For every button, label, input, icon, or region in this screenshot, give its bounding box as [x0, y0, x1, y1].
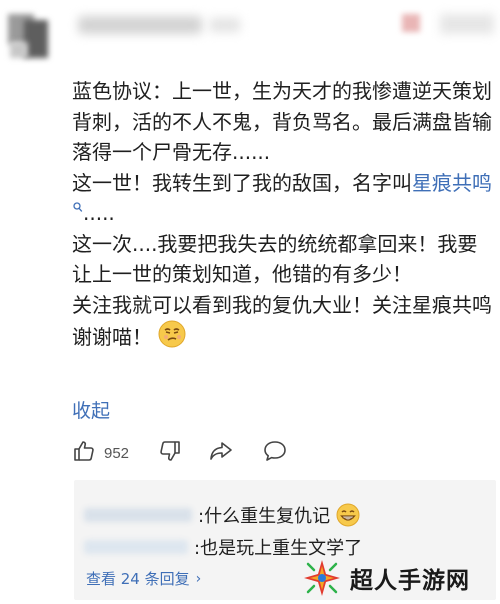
comment-body: 蓝色协议：上一世，生为天才的我惨遭逆天策划背刺，活的不人不鬼，背负骂名。最后满盘… — [72, 76, 492, 353]
share-button[interactable] — [208, 438, 234, 468]
paragraph-1: 蓝色协议：上一世，生为天才的我惨遭逆天策划背刺，活的不人不鬼，背负骂名。最后满盘… — [72, 79, 492, 164]
like-count: 952 — [104, 444, 130, 462]
site-watermark: 超人手游网 — [300, 556, 496, 600]
username-blurred[interactable] — [78, 16, 202, 34]
comment-button[interactable] — [262, 438, 288, 468]
watermark-logo-icon — [300, 556, 344, 600]
reply-text: :什么重生复仇记 — [198, 506, 331, 527]
reply-item[interactable]: :什么重生复仇记 — [84, 502, 360, 528]
chevron-right-icon: › — [195, 570, 202, 587]
avatar[interactable] — [8, 14, 52, 60]
thumbs-up-icon — [72, 439, 96, 467]
reply-author-blurred[interactable] — [84, 540, 188, 554]
view-more-replies-link[interactable]: 查看 24 条回复 › — [86, 568, 201, 589]
paragraph-2: 这一世！我转生到了我的敌国，名字叫星痕共鸣..... — [72, 170, 492, 226]
grin-emoji-icon — [336, 503, 360, 527]
watermark-text: 超人手游网 — [350, 568, 470, 594]
share-arrow-icon — [208, 439, 234, 467]
like-button[interactable]: 952 — [72, 438, 129, 468]
dislike-button[interactable] — [158, 438, 182, 468]
search-icon — [73, 202, 83, 214]
reply-author-blurred[interactable] — [84, 508, 192, 522]
user-meta-blurred — [210, 18, 240, 32]
thumbs-down-icon — [158, 439, 182, 467]
header-menu-blurred[interactable] — [440, 14, 494, 34]
comment-header — [0, 0, 500, 72]
smirk-emoji-icon — [158, 320, 186, 348]
badge-blurred — [402, 14, 420, 32]
action-bar: 952 — [72, 438, 372, 468]
collapse-link[interactable]: 收起 — [72, 396, 110, 423]
paragraph-4: 关注我就可以看到我的复仇大业！关注星痕共鸣谢谢喵！ — [72, 292, 492, 350]
paragraph-3: 这一次....我要把我失去的统统都拿回来！我要让上一世的策划知道，他错的有多少！ — [72, 231, 478, 287]
comment-bubble-icon — [262, 439, 288, 467]
